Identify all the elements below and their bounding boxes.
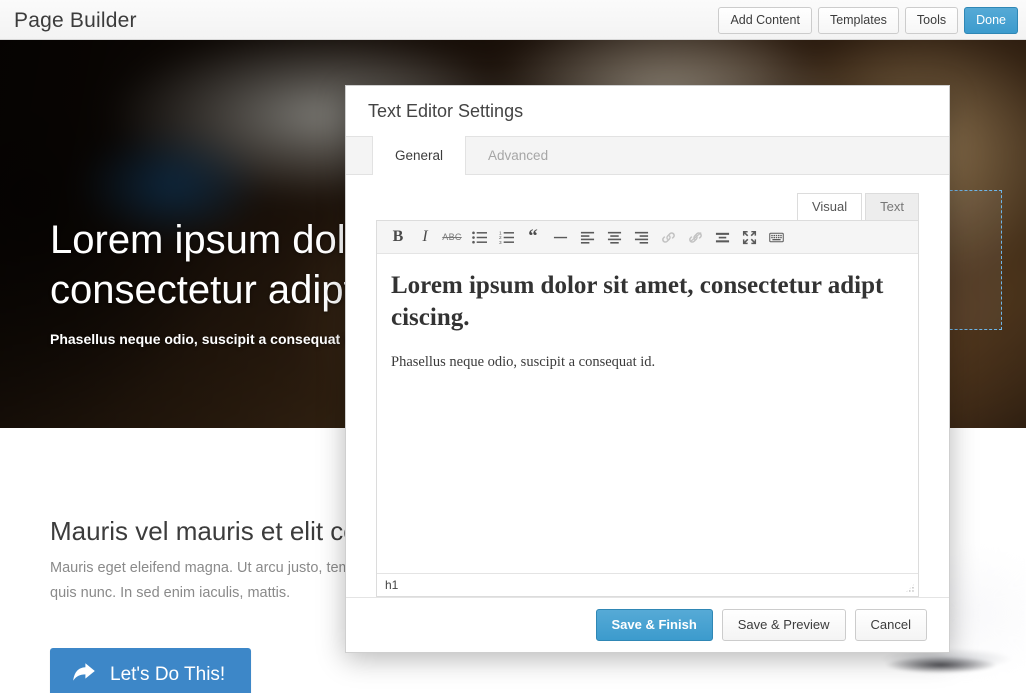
- rich-text-editor: B I ABC 123 “: [376, 220, 919, 597]
- element-path: h1: [385, 578, 398, 592]
- editor-heading[interactable]: Lorem ipsum dolor sit amet, consectetur …: [391, 270, 904, 334]
- numbered-list-icon[interactable]: 123: [493, 225, 519, 249]
- tab-advanced[interactable]: Advanced: [466, 136, 570, 174]
- text-editor-settings-modal: Text Editor Settings General Advanced Vi…: [345, 85, 950, 653]
- modal-tabs: General Advanced: [346, 137, 949, 175]
- bullet-list-icon[interactable]: [466, 225, 492, 249]
- align-right-icon[interactable]: [628, 225, 654, 249]
- editor-content-area[interactable]: Lorem ipsum dolor sit amet, consectetur …: [377, 254, 918, 573]
- blockquote-icon[interactable]: “: [520, 225, 546, 249]
- toolbar-actions: Add Content Templates Tools Done: [718, 7, 1018, 34]
- read-more-icon[interactable]: [709, 225, 735, 249]
- modal-body: Visual Text B I ABC 123 “: [346, 175, 949, 597]
- fullscreen-icon[interactable]: [736, 225, 762, 249]
- done-button[interactable]: Done: [964, 7, 1018, 34]
- tab-visual-editor[interactable]: Visual: [797, 193, 862, 220]
- strikethrough-icon[interactable]: ABC: [439, 225, 465, 249]
- page-title: Page Builder: [14, 9, 137, 33]
- editor-toolbar: B I ABC 123 “: [377, 221, 918, 254]
- modal-footer: Save & Finish Save & Preview Cancel: [346, 597, 949, 652]
- add-content-button[interactable]: Add Content: [718, 7, 812, 34]
- keyboard-toolbar-icon[interactable]: [763, 225, 789, 249]
- modal-header: Text Editor Settings: [346, 86, 949, 137]
- tools-button[interactable]: Tools: [905, 7, 958, 34]
- save-and-finish-button[interactable]: Save & Finish: [596, 609, 713, 641]
- editor-mode-switch: Visual Text: [797, 193, 919, 220]
- editor-paragraph[interactable]: Phasellus neque odio, suscipit a consequ…: [391, 354, 904, 371]
- page-builder-screen: Page Builder Add Content Templates Tools…: [0, 0, 1026, 693]
- resize-grip-icon[interactable]: [905, 583, 915, 593]
- italic-icon[interactable]: I: [412, 225, 438, 249]
- editor-status-bar: h1: [377, 573, 918, 596]
- modal-title: Text Editor Settings: [368, 101, 523, 122]
- svg-text:3: 3: [499, 240, 502, 245]
- horizontal-rule-icon[interactable]: [547, 225, 573, 249]
- align-center-icon[interactable]: [601, 225, 627, 249]
- align-left-icon[interactable]: [574, 225, 600, 249]
- save-and-preview-button[interactable]: Save & Preview: [722, 609, 846, 641]
- tab-general[interactable]: General: [372, 136, 466, 175]
- cta-label: Let's Do This!: [110, 664, 225, 686]
- templates-button[interactable]: Templates: [818, 7, 899, 34]
- bold-icon[interactable]: B: [385, 225, 411, 249]
- unlink-icon[interactable]: [682, 225, 708, 249]
- cancel-button[interactable]: Cancel: [855, 609, 927, 641]
- cta-button[interactable]: Let's Do This!: [50, 648, 251, 693]
- arrow-forward-icon: [72, 662, 96, 688]
- link-icon[interactable]: [655, 225, 681, 249]
- page-builder-toolbar: Page Builder Add Content Templates Tools…: [0, 0, 1026, 40]
- tab-text-editor[interactable]: Text: [865, 193, 919, 220]
